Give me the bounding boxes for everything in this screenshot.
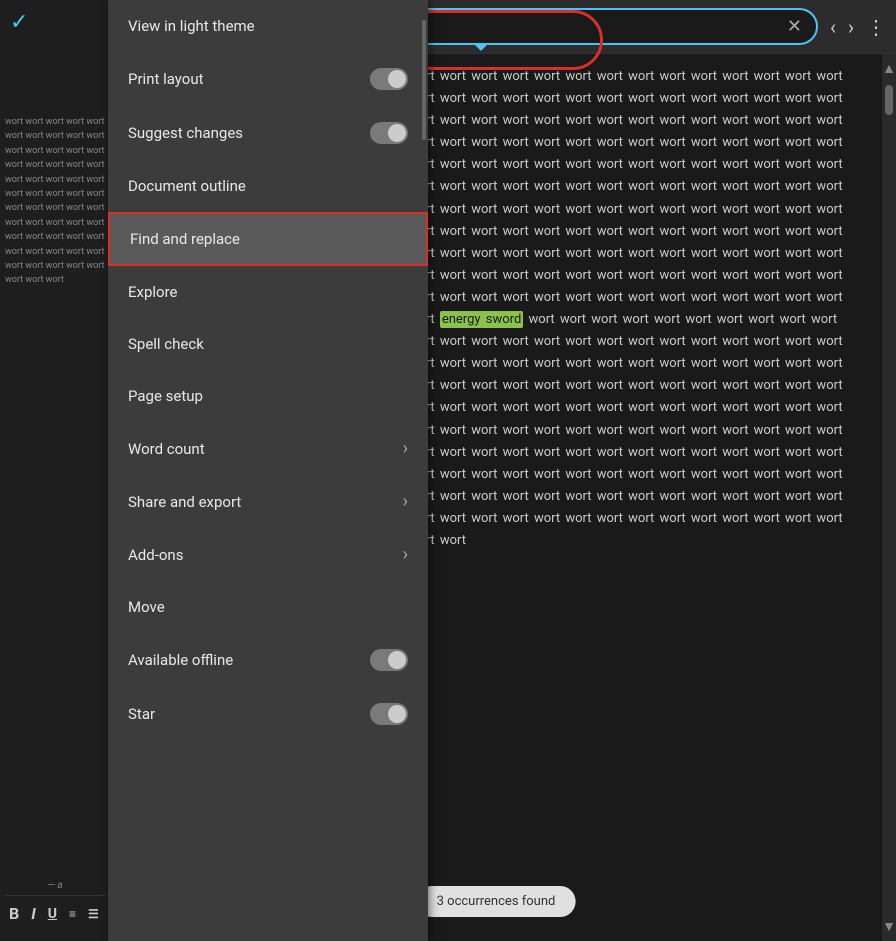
left-panel: ✓ wort wort wort wort wort wort wort wor… [0, 0, 110, 941]
search-more-icon[interactable]: ⋮ [866, 15, 886, 39]
menu-item-page-setup[interactable]: Page setup [108, 370, 428, 422]
toggle-knob [388, 705, 406, 723]
occurrences-toast: 3 occurrences found [417, 886, 576, 917]
bold-icon[interactable]: B [9, 904, 19, 923]
menu-item-spell-check[interactable]: Spell check [108, 318, 428, 370]
scroll-down-arrow[interactable]: ▼ [882, 914, 896, 939]
menu-item-label: Suggest changes [128, 124, 370, 142]
align-icon[interactable]: ≡ [69, 907, 76, 921]
menu-item-move[interactable]: Move [108, 581, 428, 633]
toggle-knob [388, 124, 406, 142]
menu-item-label: Move [128, 598, 408, 616]
menu-item-word-count[interactable]: Word count › [108, 422, 428, 475]
menu-scrollbar[interactable] [422, 20, 426, 140]
menu-item-label: Print layout [128, 70, 370, 88]
scrollbar-thumb[interactable] [885, 85, 893, 115]
print-layout-toggle[interactable] [370, 68, 408, 90]
chevron-right-icon: › [403, 544, 408, 565]
underline-icon[interactable]: U [48, 906, 57, 922]
menu-item-label: Explore [128, 283, 408, 301]
star-toggle[interactable] [370, 703, 408, 725]
menu-item-label: Star [128, 705, 370, 723]
available-offline-toggle[interactable] [370, 649, 408, 671]
menu-item-find-and-replace[interactable]: Find and replace [108, 212, 428, 266]
italic-icon[interactable]: I [31, 904, 36, 923]
bottom-toolbar: B I U ≡ ☰ [5, 895, 105, 931]
toggle-knob [388, 651, 406, 669]
menu-item-label: Find and replace [130, 230, 406, 248]
menu-item-label: Spell check [128, 335, 408, 353]
search-next-arrow[interactable]: › [844, 11, 858, 43]
menu-item-label: View in light theme [128, 17, 408, 35]
chevron-right-icon: › [403, 438, 408, 459]
scrollbar-track[interactable]: ▲ ▼ [882, 54, 896, 941]
search-close-icon[interactable]: ✕ [787, 16, 802, 37]
search-prev-arrow[interactable]: ‹ [826, 11, 840, 43]
top-check-icon[interactable]: ✓ [10, 10, 105, 35]
list-icon[interactable]: ☰ [88, 907, 99, 921]
menu-item-label: Word count [128, 440, 403, 458]
menu-item-label: Document outline [128, 177, 408, 195]
menu-item-star[interactable]: Star [108, 687, 428, 741]
toggle-knob [388, 70, 406, 88]
menu-item-available-offline[interactable]: Available offline [108, 633, 428, 687]
menu-item-label: Available offline [128, 651, 370, 669]
search-nav-arrows: ‹ › [826, 11, 858, 43]
menu-item-label: Page setup [128, 387, 408, 405]
menu-item-view-light-theme[interactable]: View in light theme [108, 0, 428, 52]
menu-item-document-outline[interactable]: Document outline [108, 160, 428, 212]
menu-item-suggest-changes[interactable]: Suggest changes [108, 106, 428, 160]
menu-item-add-ons[interactable]: Add-ons › [108, 528, 428, 581]
menu-item-print-layout[interactable]: Print layout [108, 52, 428, 106]
scroll-up-arrow[interactable]: ▲ [882, 56, 896, 81]
menu-item-explore[interactable]: Explore [108, 266, 428, 318]
menu-item-label: Add-ons [128, 546, 403, 564]
doc-preview: wort wort wort wort wort wort wort wort … [5, 115, 105, 876]
chevron-right-icon: › [403, 491, 408, 512]
dropdown-menu: View in light theme Print layout Suggest… [108, 0, 428, 941]
menu-item-share-and-export[interactable]: Share and export › [108, 475, 428, 528]
search-match-highlight: energy sword [440, 311, 523, 328]
suggest-changes-toggle[interactable] [370, 122, 408, 144]
menu-item-label: Share and export [128, 493, 403, 511]
